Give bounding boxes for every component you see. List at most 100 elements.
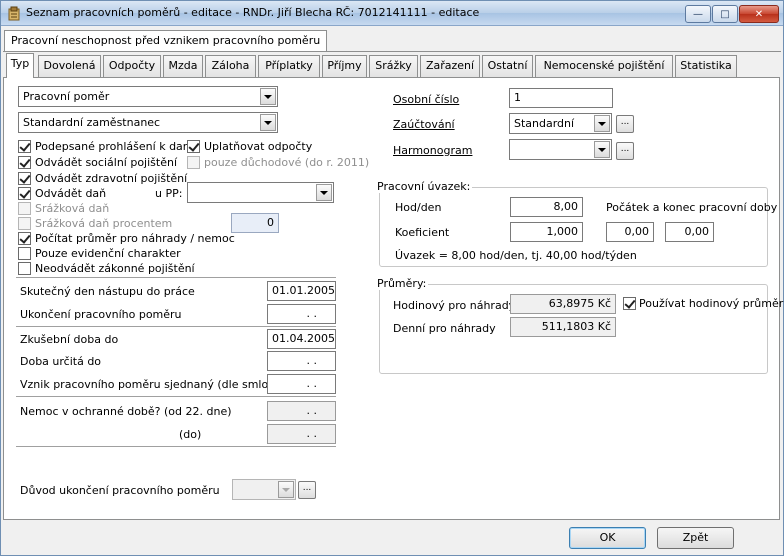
dropdown-button[interactable] <box>594 115 610 132</box>
sick-from-field[interactable]: . . <box>267 401 336 421</box>
title-bar[interactable]: Seznam pracovních poměrů - editace - RND… <box>1 1 783 26</box>
dropdown-button[interactable] <box>260 114 276 131</box>
health-insurance-label: Odvádět zdravotní pojištění <box>35 172 188 185</box>
pension-only-label: pouze důchodové (do r. 2011) <box>204 156 370 169</box>
end-date-label: Ukončení pracovního poměru <box>20 308 182 321</box>
tab-prijmy[interactable]: Příjmy <box>322 55 367 77</box>
tab-ostatni[interactable]: Ostatní <box>482 55 533 77</box>
app-icon <box>8 6 20 21</box>
work-end-field[interactable]: 0,00 <box>665 222 714 242</box>
averages-title: Průměry: <box>375 277 429 290</box>
tab-zarazeni[interactable]: Zařazení <box>420 55 480 77</box>
close-button[interactable]: ✕ <box>739 5 779 23</box>
tab-sick-before-employment[interactable]: Pracovní neschopnost před vznikem pracov… <box>4 30 328 52</box>
work-start-end-label: Počátek a konec pracovní doby <box>606 201 778 214</box>
pension-only-checkbox[interactable] <box>187 156 200 169</box>
health-insurance-checkbox[interactable] <box>18 172 31 185</box>
apply-deductions-label: Uplatňovat odpočty <box>204 140 313 153</box>
ok-button[interactable]: OK <box>569 527 646 549</box>
schedule-label: Harmonogram <box>393 144 473 157</box>
divider <box>16 396 336 397</box>
social-insurance-checkbox[interactable] <box>18 156 31 169</box>
tab-divider <box>3 51 781 52</box>
accounting-select[interactable]: Standardní <box>509 113 612 134</box>
schedule-select[interactable] <box>509 139 612 160</box>
tab-mzda[interactable]: Mzda <box>163 55 203 77</box>
chevron-down-icon <box>598 121 606 126</box>
agreed-start-label: Vznik pracovního poměru sjednaný (dle sm… <box>20 378 293 391</box>
maximize-button[interactable]: □ <box>712 5 738 23</box>
dropdown-button[interactable] <box>260 88 276 105</box>
back-button[interactable]: Zpět <box>657 527 734 549</box>
chevron-down-icon <box>282 487 290 492</box>
fixed-term-label: Doba určitá do <box>20 355 102 368</box>
dropdown-button[interactable] <box>316 184 332 201</box>
calc-average-label: Počítat průměr pro náhrady / nemoc <box>35 232 235 245</box>
chevron-down-icon <box>264 120 272 125</box>
tax-declaration-checkbox[interactable] <box>18 140 31 153</box>
dropdown-button[interactable] <box>594 141 610 158</box>
withholding-pct-field[interactable]: 0 <box>231 213 279 233</box>
pay-tax-label: Odvádět daň <box>35 187 107 200</box>
evidence-only-checkbox[interactable] <box>18 247 31 260</box>
sick-to-field[interactable]: . . <box>267 424 336 444</box>
tab-odpocty[interactable]: Odpočty <box>103 55 161 77</box>
use-hourly-average-checkbox[interactable] <box>623 297 636 310</box>
pp-select[interactable] <box>187 182 334 203</box>
daily-average-label: Denní pro náhrady <box>393 322 496 335</box>
workload-summary: Úvazek = 8,00 hod/den, tj. 40,00 hod/týd… <box>395 249 637 262</box>
hourly-average-label: Hodinový pro náhrady <box>393 299 516 312</box>
divider <box>16 326 336 327</box>
no-statutory-insurance-checkbox[interactable] <box>18 262 31 275</box>
divider <box>16 446 336 447</box>
end-date-field[interactable]: . . <box>267 304 336 324</box>
withholding-tax-label: Srážková daň <box>35 202 110 215</box>
tax-declaration-label: Podepsané prohlášení k dani <box>35 140 193 153</box>
employment-type-value: Pracovní poměr <box>23 90 110 103</box>
tab-statistika[interactable]: Statistika <box>675 55 737 77</box>
tab-priplatky[interactable]: Příplatky <box>258 55 320 77</box>
withholding-tax-pct-label: Srážková daň procentem <box>35 217 173 230</box>
tab-typ[interactable]: Typ <box>6 53 34 78</box>
work-start-field[interactable]: 0,00 <box>606 222 654 242</box>
coefficient-field[interactable]: 1,000 <box>510 222 583 242</box>
schedule-browse-button[interactable]: ... <box>616 142 634 160</box>
accounting-browse-button[interactable]: ... <box>616 115 634 133</box>
coefficient-label: Koeficient <box>395 226 450 239</box>
termination-reason-browse-button[interactable]: ... <box>298 481 316 499</box>
employment-type-select[interactable]: Pracovní poměr <box>18 86 278 107</box>
apply-deductions-checkbox[interactable] <box>187 140 200 153</box>
termination-reason-select[interactable] <box>232 479 296 500</box>
personal-no-label: Osobní číslo <box>393 93 460 106</box>
employee-type-select[interactable]: Standardní zaměstnanec <box>18 112 278 133</box>
hours-per-day-field[interactable]: 8,00 <box>510 197 583 217</box>
no-statutory-insurance-label: Neodvádět zákonné pojištění <box>35 262 195 275</box>
start-date-field[interactable]: 01.01.2005 <box>267 281 336 301</box>
calc-average-checkbox[interactable] <box>18 232 31 245</box>
pay-tax-checkbox[interactable] <box>18 187 31 200</box>
dropdown-button[interactable] <box>278 481 294 498</box>
chevron-down-icon <box>264 94 272 99</box>
personal-no-field[interactable]: 1 <box>509 88 613 108</box>
agreed-start-field[interactable]: . . <box>267 374 336 394</box>
divider <box>16 277 336 278</box>
withholding-tax-checkbox[interactable] <box>18 202 31 215</box>
use-hourly-average-label: Používat hodinový průměr <box>639 297 784 310</box>
probation-field[interactable]: 01.04.2005 <box>267 329 336 349</box>
social-insurance-label: Odvádět sociální pojištění <box>35 156 178 169</box>
accounting-label: Zaúčtování <box>393 118 455 131</box>
window-title: Seznam pracovních poměrů - editace - RND… <box>26 6 480 19</box>
sick-to-label: (do) <box>179 428 202 441</box>
close-icon: ✕ <box>754 8 764 20</box>
minimize-button[interactable]: — <box>685 5 711 23</box>
tab-dovolena[interactable]: Dovolená <box>38 55 101 77</box>
workload-title: Pracovní úvazek: <box>375 180 473 193</box>
minimize-icon: — <box>693 8 703 20</box>
maximize-icon: □ <box>720 8 730 20</box>
termination-reason-label: Důvod ukončení pracovního poměru <box>20 484 220 497</box>
tab-zaloha[interactable]: Záloha <box>205 55 256 77</box>
withholding-tax-pct-checkbox[interactable] <box>18 217 31 230</box>
tab-srazky[interactable]: Srážky <box>369 55 418 77</box>
tab-nemocenske-pojisteni[interactable]: Nemocenské pojištění <box>535 55 673 77</box>
fixed-term-field[interactable]: . . <box>267 351 336 371</box>
